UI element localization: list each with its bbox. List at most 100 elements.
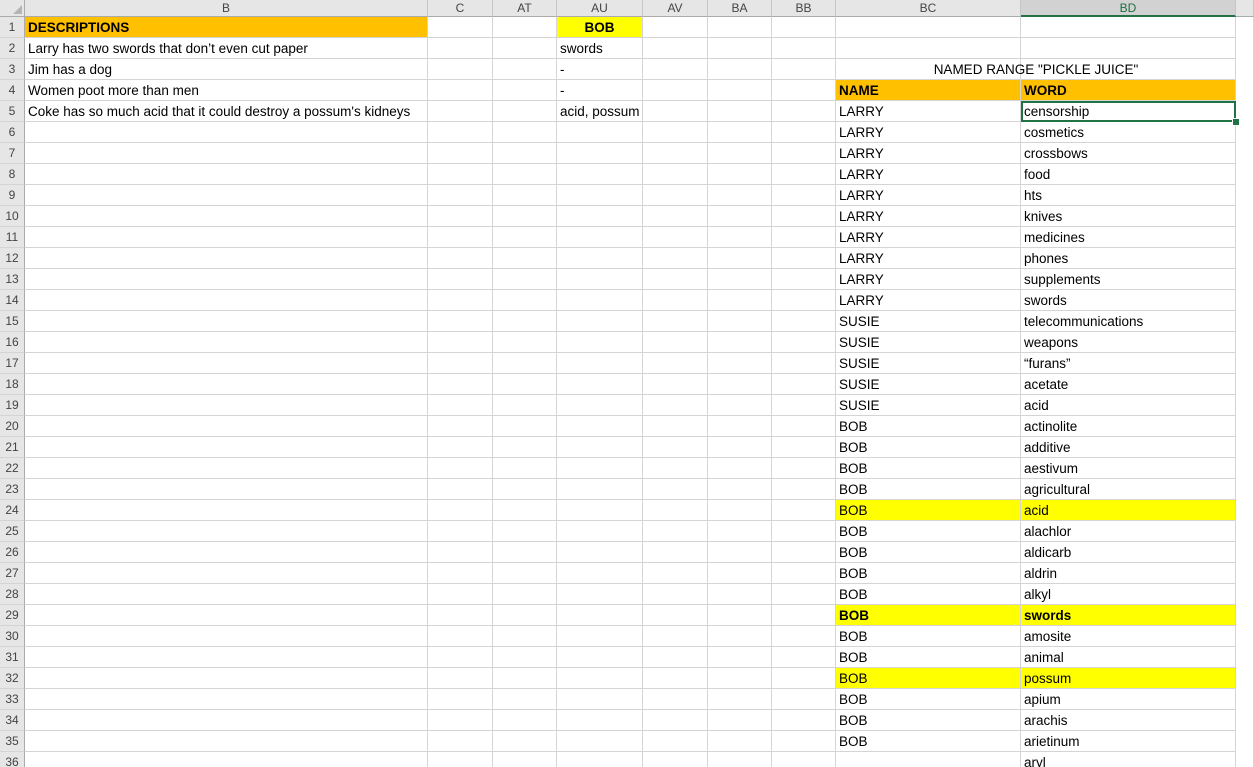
grid-cell[interactable] [772,290,836,311]
grid-cell[interactable] [25,227,428,248]
grid-cell[interactable] [643,311,708,332]
au-result-cell[interactable]: acid, possum [557,101,643,122]
name-cell[interactable]: BOB [836,542,1021,563]
word-column-header[interactable]: WORD [1021,80,1236,101]
grid-cell[interactable] [557,458,643,479]
grid-cell[interactable] [772,227,836,248]
grid-cell[interactable] [772,38,836,59]
grid-cell[interactable] [643,101,708,122]
grid-cell[interactable] [428,143,493,164]
grid-cell[interactable] [428,626,493,647]
row-header[interactable]: 1 [0,17,25,38]
grid-cell[interactable] [643,269,708,290]
grid-cell[interactable] [557,563,643,584]
grid-cell[interactable] [493,143,557,164]
grid-cell[interactable] [557,479,643,500]
grid-cell[interactable] [772,521,836,542]
name-cell[interactable]: SUSIE [836,332,1021,353]
grid-cell[interactable] [708,332,772,353]
grid-cell[interactable] [643,185,708,206]
au-header-bob[interactable]: BOB [557,17,643,38]
grid-cell[interactable] [428,374,493,395]
row-header[interactable]: 23 [0,479,25,500]
grid-cell[interactable] [557,122,643,143]
row-header[interactable]: 31 [0,647,25,668]
column-header-c[interactable]: C [428,0,493,17]
name-cell[interactable]: BOB [836,437,1021,458]
row-header[interactable]: 22 [0,458,25,479]
grid-cell[interactable] [25,290,428,311]
grid-cell[interactable] [643,437,708,458]
grid-cell[interactable] [772,164,836,185]
grid-cell[interactable] [25,185,428,206]
name-cell[interactable]: SUSIE [836,353,1021,374]
grid-cell[interactable] [25,143,428,164]
grid-cell[interactable] [428,689,493,710]
row-header[interactable]: 36 [0,752,25,767]
grid-cell[interactable] [557,164,643,185]
grid-cell[interactable] [1236,17,1254,767]
word-cell[interactable]: alachlor [1021,521,1236,542]
grid-cell[interactable] [708,647,772,668]
grid-cell[interactable] [643,521,708,542]
grid-cell[interactable] [25,710,428,731]
spreadsheet-grid[interactable]: 1 2 3 4 5 6 7 8 9 10 11 12 13 14 15 16 17 18 19 20 21 22 23 24 2… [0,0,1254,767]
grid-cell[interactable] [772,353,836,374]
au-result-cell[interactable]: - [557,80,643,101]
grid-cell[interactable] [428,185,493,206]
name-cell[interactable]: BOB [836,416,1021,437]
grid-cell[interactable] [557,542,643,563]
grid-cell[interactable] [493,584,557,605]
column-header-b[interactable]: B [25,0,428,17]
grid-cell[interactable] [557,647,643,668]
grid-cell[interactable] [428,38,493,59]
grid-cell[interactable] [493,206,557,227]
row-header[interactable]: 14 [0,290,25,311]
grid-cell[interactable] [557,353,643,374]
name-cell[interactable]: LARRY [836,122,1021,143]
grid-cell[interactable] [708,143,772,164]
grid-cell[interactable] [428,605,493,626]
grid-cell[interactable] [643,290,708,311]
grid-cell[interactable] [493,542,557,563]
row-header[interactable]: 12 [0,248,25,269]
grid-cell[interactable] [643,584,708,605]
column-header-au[interactable]: AU [557,0,643,17]
grid-cell[interactable] [772,689,836,710]
column-header-bc[interactable]: BC [836,0,1021,17]
grid-cell[interactable] [708,500,772,521]
name-column-header[interactable]: NAME [836,80,1021,101]
grid-cell[interactable] [772,500,836,521]
name-cell[interactable]: LARRY [836,101,1021,122]
grid-cell[interactable] [557,605,643,626]
grid-cell[interactable] [493,59,557,80]
grid-cell[interactable] [836,17,1021,38]
row-header[interactable]: 25 [0,521,25,542]
name-cell[interactable]: BOB [836,563,1021,584]
grid-cell[interactable] [428,332,493,353]
grid-cell[interactable] [643,395,708,416]
grid-cell[interactable] [493,248,557,269]
word-cell[interactable]: apium [1021,689,1236,710]
grid-cell[interactable] [772,563,836,584]
word-cell[interactable]: aldicarb [1021,542,1236,563]
row-header[interactable]: 24 [0,500,25,521]
grid-cell[interactable] [772,605,836,626]
grid-cell[interactable] [772,122,836,143]
grid-cell[interactable] [25,206,428,227]
grid-cell[interactable] [557,143,643,164]
grid-cell[interactable] [493,269,557,290]
grid-cell[interactable] [708,122,772,143]
row-header[interactable]: 19 [0,395,25,416]
grid-cell[interactable] [493,290,557,311]
grid-cell[interactable] [493,122,557,143]
word-cell[interactable]: actinolite [1021,416,1236,437]
grid-cell[interactable] [25,416,428,437]
grid-cell[interactable] [557,500,643,521]
grid-cell[interactable] [493,374,557,395]
grid-cell[interactable] [772,374,836,395]
grid-cell[interactable] [493,458,557,479]
grid-cell[interactable] [772,80,836,101]
grid-cell[interactable] [493,710,557,731]
grid-cell[interactable] [708,584,772,605]
